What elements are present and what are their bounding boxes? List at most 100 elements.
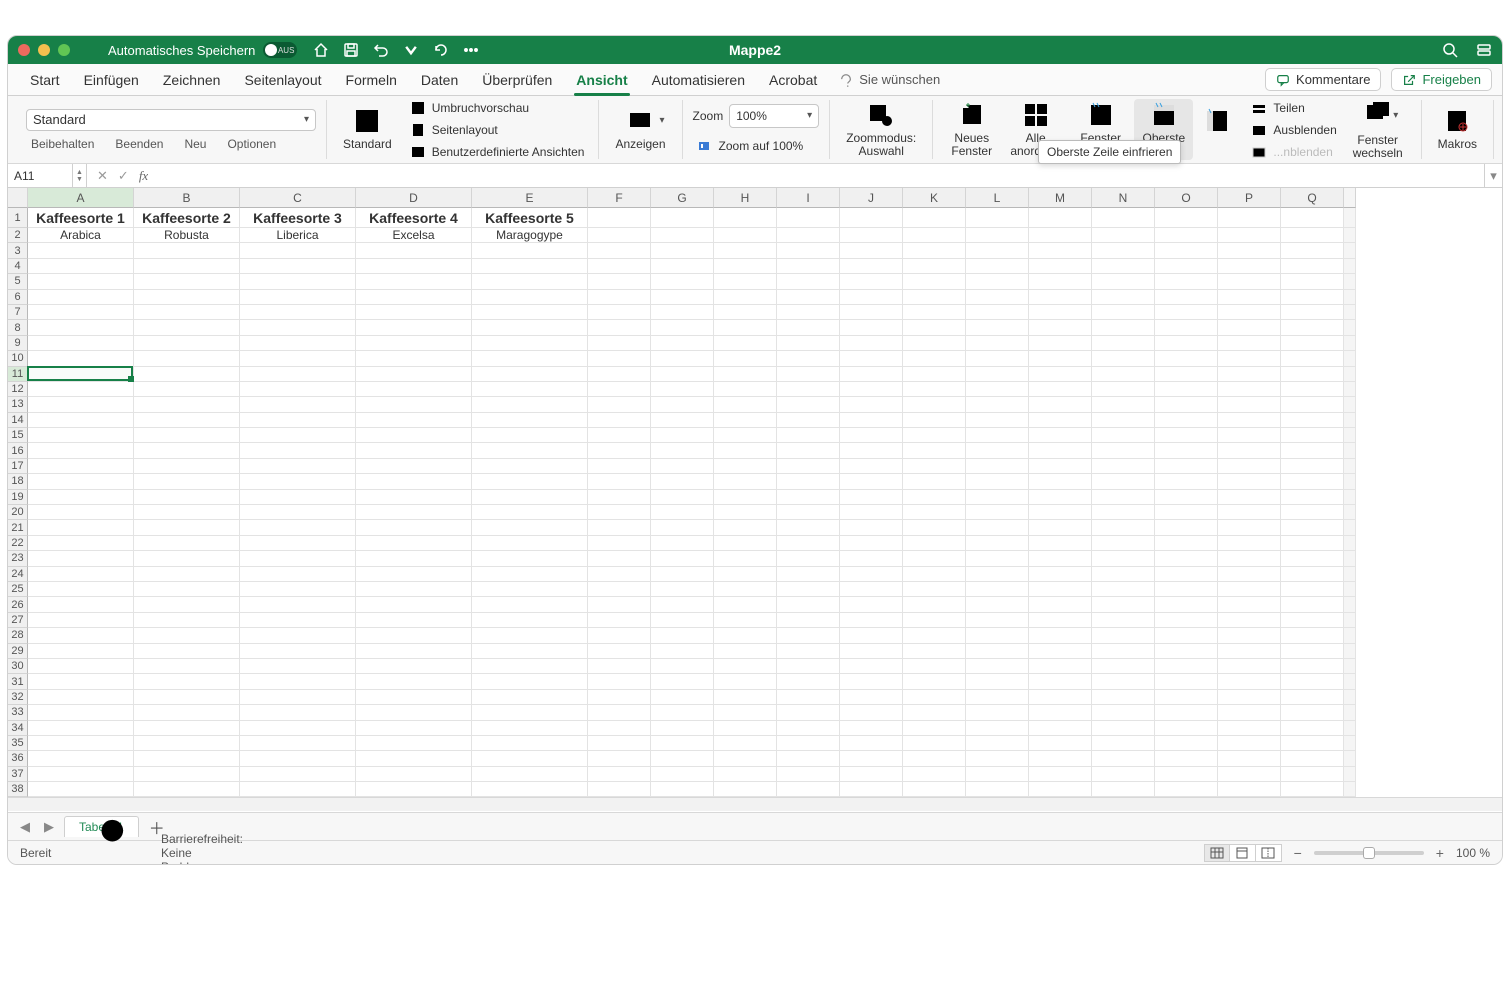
cell[interactable]	[777, 751, 840, 766]
cell[interactable]	[28, 351, 134, 366]
cell[interactable]	[1029, 274, 1092, 289]
cell[interactable]	[714, 228, 777, 243]
cell[interactable]	[1092, 659, 1155, 674]
cell[interactable]	[651, 228, 714, 243]
cell[interactable]	[588, 413, 651, 428]
cell[interactable]	[1155, 459, 1218, 474]
cell[interactable]	[356, 367, 472, 382]
cell[interactable]	[1281, 474, 1344, 489]
cell[interactable]	[966, 274, 1029, 289]
cell[interactable]	[1029, 428, 1092, 443]
cell[interactable]	[472, 367, 588, 382]
cell[interactable]	[1218, 336, 1281, 351]
tab-einfügen[interactable]: Einfügen	[72, 64, 151, 96]
cell[interactable]	[966, 243, 1029, 258]
cell[interactable]	[240, 659, 356, 674]
zoom-dropdown[interactable]: 100%▾	[729, 104, 819, 128]
cell[interactable]	[134, 767, 240, 782]
cell[interactable]	[28, 397, 134, 412]
cell[interactable]	[1155, 259, 1218, 274]
name-box[interactable]: A11	[8, 164, 73, 187]
cell[interactable]	[1092, 644, 1155, 659]
cell[interactable]	[240, 520, 356, 535]
cell[interactable]	[28, 305, 134, 320]
cell[interactable]	[840, 490, 903, 505]
cell[interactable]	[1218, 228, 1281, 243]
cell[interactable]	[1029, 567, 1092, 582]
cell[interactable]	[588, 567, 651, 582]
cell[interactable]	[777, 320, 840, 335]
cell[interactable]	[651, 397, 714, 412]
row-header[interactable]: 16	[8, 443, 28, 458]
cell[interactable]	[134, 721, 240, 736]
cell[interactable]	[356, 274, 472, 289]
cell[interactable]	[1155, 243, 1218, 258]
cell[interactable]	[777, 336, 840, 351]
cell[interactable]	[472, 274, 588, 289]
cell[interactable]	[1218, 490, 1281, 505]
cell[interactable]	[1218, 767, 1281, 782]
cell[interactable]	[651, 597, 714, 612]
cell[interactable]	[240, 459, 356, 474]
cell[interactable]	[240, 567, 356, 582]
cell[interactable]	[28, 382, 134, 397]
expand-formula-bar[interactable]: ▾	[1484, 164, 1502, 187]
row-header[interactable]: 35	[8, 736, 28, 751]
cell[interactable]	[966, 459, 1029, 474]
cell[interactable]	[651, 351, 714, 366]
cell[interactable]	[1218, 413, 1281, 428]
cell[interactable]	[588, 351, 651, 366]
cell[interactable]: Kaffeesorte 2	[134, 208, 240, 228]
cell[interactable]	[134, 443, 240, 458]
cell[interactable]	[356, 582, 472, 597]
cell[interactable]	[240, 736, 356, 751]
cell[interactable]	[472, 628, 588, 643]
cell[interactable]	[28, 705, 134, 720]
cell[interactable]	[472, 490, 588, 505]
cell[interactable]	[1281, 751, 1344, 766]
sheet-nav-next[interactable]: ▶	[40, 818, 58, 836]
cell[interactable]	[777, 351, 840, 366]
cell[interactable]	[472, 551, 588, 566]
cell[interactable]	[966, 413, 1029, 428]
cell[interactable]	[714, 721, 777, 736]
horizontal-scrollbar[interactable]	[8, 797, 1502, 811]
cell[interactable]	[1155, 397, 1218, 412]
cell[interactable]	[1218, 674, 1281, 689]
row-header[interactable]: 4	[8, 259, 28, 274]
cell[interactable]	[356, 520, 472, 535]
cell[interactable]	[1092, 413, 1155, 428]
cell[interactable]	[240, 490, 356, 505]
cell[interactable]	[1281, 243, 1344, 258]
cell[interactable]	[1155, 382, 1218, 397]
cell[interactable]	[840, 628, 903, 643]
cell[interactable]	[28, 674, 134, 689]
cell[interactable]	[840, 351, 903, 366]
cell[interactable]	[356, 767, 472, 782]
cell[interactable]	[714, 443, 777, 458]
cell[interactable]	[714, 751, 777, 766]
cell[interactable]	[1218, 459, 1281, 474]
cell[interactable]	[777, 736, 840, 751]
row-header[interactable]: 10	[8, 351, 28, 366]
row-header[interactable]: 17	[8, 459, 28, 474]
cell[interactable]	[1218, 367, 1281, 382]
cell[interactable]	[588, 597, 651, 612]
cell[interactable]	[1218, 208, 1281, 228]
cell[interactable]: Kaffeesorte 5	[472, 208, 588, 228]
cell[interactable]	[1155, 628, 1218, 643]
cell[interactable]	[28, 567, 134, 582]
cell[interactable]	[1281, 274, 1344, 289]
cell[interactable]	[28, 536, 134, 551]
tab-zeichnen[interactable]: Zeichnen	[151, 64, 233, 96]
cell[interactable]	[840, 397, 903, 412]
cell[interactable]	[1029, 367, 1092, 382]
undo-icon[interactable]	[373, 42, 389, 58]
cell[interactable]	[1218, 428, 1281, 443]
cell[interactable]	[777, 767, 840, 782]
cell[interactable]	[714, 551, 777, 566]
cell[interactable]	[472, 582, 588, 597]
cell[interactable]	[903, 721, 966, 736]
cell[interactable]	[1092, 336, 1155, 351]
cell[interactable]	[588, 613, 651, 628]
